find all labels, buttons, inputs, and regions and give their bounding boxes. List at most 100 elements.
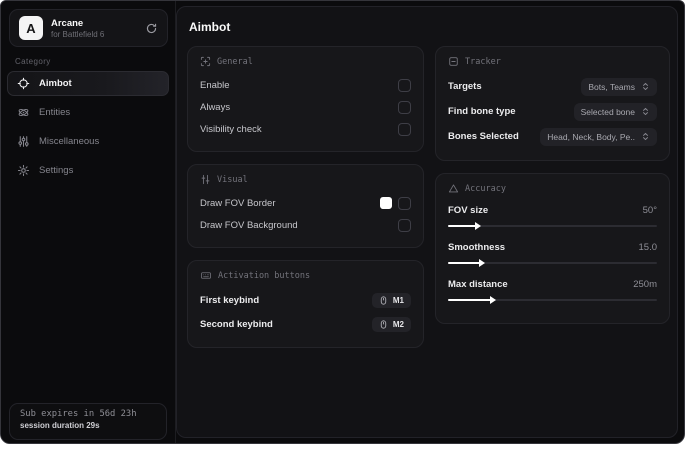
setting-row-find-bone-type: Find bone type Selected bone: [448, 99, 657, 124]
sidebar-item-entities[interactable]: Entities: [7, 100, 169, 125]
dropdown-value: Bots, Teams: [588, 81, 635, 92]
slider-fill: [448, 262, 482, 264]
enable-checkbox[interactable]: [398, 78, 411, 92]
setting-label: First keybind: [200, 294, 260, 306]
slider-value: 15.0: [638, 241, 658, 253]
setting-row-visibility-check: Visibility check: [200, 118, 411, 140]
app-logo: A: [19, 16, 43, 40]
dropdown-value: Head, Neck, Body, Pe..: [547, 131, 635, 142]
sidebar-item-label: Entities: [39, 107, 71, 118]
targets-dropdown[interactable]: Bots, Teams: [581, 77, 657, 96]
slider-label: Max distance: [448, 278, 508, 290]
sliders-icon: [17, 135, 30, 148]
visual-card: Visual Draw FOV Border Draw FOV Backgrou…: [187, 164, 424, 248]
app-window: A Arcane for Battlefield 6 Category Aimb…: [0, 0, 685, 444]
logo-card: A Arcane for Battlefield 6: [9, 9, 168, 47]
setting-label: Bones Selected: [448, 131, 519, 142]
card-title: Visual: [217, 174, 248, 185]
slider-thumb[interactable]: [479, 259, 486, 267]
visibility-check-checkbox[interactable]: [398, 122, 411, 136]
setting-label: Draw FOV Border: [200, 197, 276, 209]
page-title: Aimbot: [189, 20, 231, 34]
card-title: General: [217, 56, 253, 67]
setting-label: Visibility check: [200, 123, 262, 135]
setting-row-targets: Targets Bots, Teams: [448, 74, 657, 99]
sidebar-item-label: Settings: [39, 165, 74, 176]
app-name: Arcane: [51, 17, 84, 29]
setting-row-bones-selected: Bones Selected Head, Neck, Body, Pe..: [448, 124, 657, 149]
card-title: Tracker: [465, 56, 501, 67]
unfold-icon: [641, 82, 650, 91]
keybind-value: M2: [392, 319, 404, 329]
slider-label: Smoothness: [448, 241, 506, 253]
slider-value: 250m: [633, 278, 657, 290]
setting-label: Enable: [200, 79, 230, 91]
sidebar-item-settings[interactable]: Settings: [7, 158, 169, 183]
slider-fill: [448, 225, 478, 227]
slider-label: FOV size: [448, 204, 489, 216]
mouse-icon: [379, 295, 388, 305]
slider-group-smoothness: Smoothness 15.0: [448, 238, 658, 267]
slider-group-max-distance: Max distance 250m: [448, 275, 657, 304]
fov-size-slider[interactable]: [448, 222, 657, 230]
second-keybind-button[interactable]: M2: [371, 316, 411, 332]
fov-border-color-swatch[interactable]: [380, 197, 392, 209]
unfold-icon: [641, 132, 650, 141]
always-checkbox[interactable]: [398, 100, 411, 114]
setting-label: Draw FOV Background: [200, 219, 298, 231]
setting-row-second-keybind: Second keybind M2: [200, 312, 411, 336]
accuracy-card: Accuracy FOV size 50° Smoothness 15.0 Ma…: [435, 173, 670, 324]
sub-expiry-text: Sub expires in 56d 23h: [20, 409, 137, 419]
card-title: Accuracy: [465, 183, 506, 194]
setting-label: Always: [200, 101, 231, 113]
focus-grid-icon: [200, 56, 211, 67]
setting-row-first-keybind: First keybind M1: [200, 288, 411, 312]
tracker-card: Tracker Targets Bots, Teams Find bone ty…: [435, 46, 670, 161]
activation-buttons-card: Activation buttons First keybind M1 Seco…: [187, 260, 424, 348]
slider-fill: [448, 299, 492, 301]
category-label: Category: [15, 57, 51, 66]
gear-icon: [17, 164, 30, 177]
crosshair-icon: [17, 77, 30, 90]
setting-label: Targets: [448, 81, 482, 92]
slider-thumb[interactable]: [475, 222, 482, 230]
smoothness-slider[interactable]: [448, 259, 657, 267]
setting-row-always: Always: [200, 96, 411, 118]
find-bone-type-dropdown[interactable]: Selected bone: [573, 102, 657, 121]
main-panel: Aimbot General Enable Always Visibility …: [176, 6, 678, 438]
subscription-info: Sub expires in 56d 23h session duration …: [9, 403, 167, 440]
session-duration-text: session duration 29s: [20, 421, 100, 430]
draw-fov-border-checkbox[interactable]: [398, 196, 411, 210]
setting-label: Find bone type: [448, 106, 516, 117]
atom-icon: [17, 106, 30, 119]
setting-row-draw-fov-background: Draw FOV Background: [200, 214, 411, 236]
sidebar-item-aimbot[interactable]: Aimbot: [7, 71, 169, 96]
dropdown-value: Selected bone: [580, 106, 635, 117]
setting-label: Second keybind: [200, 318, 273, 330]
slider-group-fov-size: FOV size 50°: [448, 201, 657, 230]
bones-selected-dropdown[interactable]: Head, Neck, Body, Pe..: [540, 127, 657, 146]
keybind-value: M1: [392, 295, 404, 305]
refresh-icon[interactable]: [145, 22, 158, 35]
sidebar-item-label: Aimbot: [39, 78, 72, 89]
app-subtitle: for Battlefield 6: [51, 29, 105, 39]
slider-value: 50°: [642, 204, 657, 216]
general-card: General Enable Always Visibility check: [187, 46, 424, 152]
card-title: Activation buttons: [218, 270, 311, 281]
sidebar: A Arcane for Battlefield 6 Category Aimb…: [1, 1, 176, 443]
mouse-icon: [379, 319, 388, 329]
slider-thumb[interactable]: [489, 296, 496, 304]
first-keybind-button[interactable]: M1: [371, 292, 411, 308]
draw-fov-background-checkbox[interactable]: [398, 218, 411, 232]
max-distance-slider[interactable]: [448, 296, 657, 304]
sidebar-menu: Aimbot Entities Miscellaneous Settings: [7, 71, 169, 187]
setting-row-draw-fov-border: Draw FOV Border: [200, 192, 411, 214]
setting-row-enable: Enable: [200, 74, 411, 96]
sidebar-item-label: Miscellaneous: [39, 136, 100, 147]
unfold-icon: [641, 107, 650, 116]
triangle-icon: [448, 183, 459, 194]
keyboard-icon: [200, 270, 212, 281]
sidebar-item-miscellaneous[interactable]: Miscellaneous: [7, 129, 169, 154]
vertical-sliders-icon: [200, 174, 211, 185]
square-minus-icon: [448, 56, 459, 67]
